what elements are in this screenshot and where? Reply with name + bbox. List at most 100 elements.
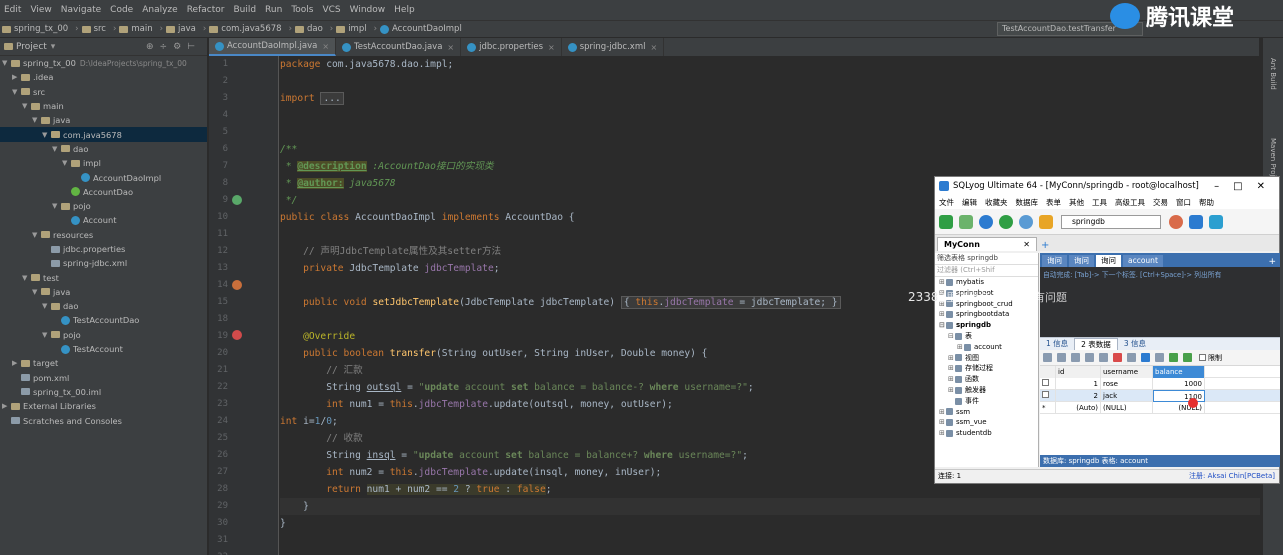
row-selector[interactable]	[1040, 377, 1056, 390]
row-selector[interactable]	[1040, 389, 1056, 402]
chevron-right-icon[interactable]: ▶	[12, 359, 21, 367]
tree-item[interactable]: ▼ pojo	[0, 199, 207, 213]
code-line[interactable]	[280, 549, 1260, 555]
code-line[interactable]	[280, 532, 1260, 549]
tree-item[interactable]: ▼ java	[0, 113, 207, 127]
form-view-icon[interactable]	[1155, 353, 1164, 362]
column-header-balance[interactable]: balance	[1153, 365, 1205, 378]
menu-item-help[interactable]: Help	[394, 5, 415, 15]
code-line[interactable]: package com.java5678.dao.impl;	[280, 56, 1260, 73]
menu-item-window[interactable]: Window	[350, 5, 386, 15]
breadcrumb-item[interactable]: main	[119, 24, 153, 34]
user-manager-icon[interactable]	[1169, 214, 1183, 229]
breadcrumb-item[interactable]: dao	[294, 24, 323, 34]
sqlyog-menu-item[interactable]: 交易	[1153, 197, 1168, 208]
cell-id[interactable]: 1	[1056, 377, 1101, 390]
tree-item[interactable]: ▼ resources	[0, 228, 207, 242]
chevron-down-icon[interactable]: ▼	[22, 274, 31, 282]
query-tab[interactable]: account	[1123, 255, 1163, 267]
restore-icon[interactable]	[1209, 214, 1223, 229]
expand-icon[interactable]: ⊞	[939, 309, 946, 320]
tree-item[interactable]: ▼ main	[0, 99, 207, 113]
sqlyog-menu-item[interactable]: 表单	[1046, 197, 1061, 208]
chevron-down-icon[interactable]: ▼	[62, 159, 71, 167]
code-line[interactable]: }	[280, 515, 1260, 532]
editor-tab[interactable]: spring-jdbc.xml ×	[562, 38, 665, 56]
database-tree-item[interactable]: ⊞ 存储过程	[935, 363, 1038, 374]
query-editor[interactable]: 自动完成: [Tab]-> 下一个标签. [Ctrl+Space]-> 列出所有	[1040, 267, 1280, 337]
reload-icon[interactable]	[1183, 353, 1192, 362]
sqlyog-menu-item[interactable]: 文件	[939, 197, 954, 208]
row-checkbox[interactable]	[1042, 390, 1049, 398]
chevron-down-icon[interactable]: ▾	[51, 42, 56, 52]
cell-id[interactable]: (Auto)	[1056, 401, 1101, 414]
expand-icon[interactable]: ⊞	[939, 277, 946, 288]
sqlyog-menu-item[interactable]: 帮助	[1199, 197, 1214, 208]
chevron-down-icon[interactable]: ▼	[52, 202, 61, 210]
save-icon[interactable]	[1099, 353, 1108, 362]
sqlyog-menu-item[interactable]: 编辑	[962, 197, 977, 208]
chevron-down-icon[interactable]: ▼	[32, 288, 41, 296]
row-selector[interactable]: *	[1040, 401, 1056, 414]
limit-checkbox[interactable]	[1199, 354, 1206, 361]
menu-item-refactor[interactable]: Refactor	[187, 5, 225, 15]
sqlyog-menu-item[interactable]: 窗口	[1176, 197, 1191, 208]
database-tree-item[interactable]: ⊟ 表	[935, 331, 1038, 342]
tree-item[interactable]: TestAccount	[0, 342, 207, 356]
registration-link[interactable]: 注册: Aksai Chin[PCBeta]	[1189, 470, 1275, 483]
refresh-icon[interactable]	[1127, 353, 1136, 362]
ant-build-tab[interactable]: Ant Build	[1269, 58, 1277, 90]
menu-item-view[interactable]: View	[30, 5, 51, 15]
chevron-down-icon[interactable]: ▼	[42, 302, 51, 310]
database-tree-item[interactable]: ⊞ 视图	[935, 353, 1038, 364]
close-icon[interactable]: ×	[548, 43, 555, 52]
override-marker-icon[interactable]	[232, 280, 242, 290]
execute-all-icon[interactable]	[999, 214, 1013, 229]
tree-item[interactable]: Scratches and Consoles	[0, 413, 207, 427]
column-header-username[interactable]: username	[1101, 365, 1153, 378]
menu-item-tools[interactable]: Tools	[291, 5, 313, 15]
connect-icon[interactable]	[939, 214, 953, 229]
chevron-down-icon[interactable]: ▼	[42, 331, 51, 339]
code-line[interactable]: * @description :AccountDao接口的实现类	[280, 158, 1260, 175]
database-tree-item[interactable]: ⊞ ssm	[935, 407, 1038, 418]
code-line[interactable]	[280, 73, 1260, 90]
cell-username[interactable]: rose	[1101, 377, 1153, 390]
tree-item[interactable]: ▶ target	[0, 356, 207, 370]
result-tab[interactable]: 1 信息	[1040, 338, 1074, 350]
menu-item-edit[interactable]: Edit	[4, 5, 21, 15]
chevron-down-icon[interactable]: ▼	[32, 116, 41, 124]
stop-icon[interactable]	[1019, 214, 1033, 229]
tree-item[interactable]: spring-jdbc.xml	[0, 256, 207, 270]
editor-tab[interactable]: AccountDaoImpl.java ×	[209, 38, 337, 56]
menu-item-analyze[interactable]: Analyze	[142, 5, 177, 15]
expand-icon[interactable]: ⊞	[948, 363, 955, 374]
schema-icon[interactable]	[1039, 214, 1053, 229]
sqlyog-menu-item[interactable]: 高级工具	[1115, 197, 1145, 208]
tree-item[interactable]: jdbc.properties	[0, 242, 207, 256]
implements-marker-icon[interactable]	[232, 195, 242, 205]
result-tab[interactable]: 3 信息	[1118, 338, 1152, 350]
code-line[interactable]	[280, 124, 1260, 141]
copy-icon[interactable]	[1085, 353, 1094, 362]
tree-item[interactable]: ▶ .idea	[0, 70, 207, 84]
database-tree-item[interactable]: 事件	[935, 396, 1038, 407]
tree-item[interactable]: Account	[0, 213, 207, 227]
expand-icon[interactable]: ⊞	[957, 342, 964, 353]
tree-item[interactable]: ▼ pojo	[0, 328, 207, 342]
tree-item[interactable]: TestAccountDao	[0, 313, 207, 327]
code-line[interactable]	[280, 107, 1260, 124]
new-connection-icon[interactable]	[959, 214, 973, 229]
project-panel-title[interactable]: Project	[16, 42, 47, 52]
export-icon[interactable]	[1057, 353, 1066, 362]
sqlyog-menu-item[interactable]: 收藏夹	[985, 197, 1008, 208]
collapse-icon[interactable]: ⊟	[939, 320, 946, 331]
cell-balance[interactable]: 1000	[1153, 377, 1205, 390]
result-tab[interactable]: 2 表数据	[1074, 338, 1118, 350]
database-selector[interactable]: springdb	[1061, 214, 1161, 229]
database-tree-item[interactable]: ⊟ springdb	[935, 320, 1038, 331]
expand-icon[interactable]: ⊞	[948, 385, 955, 396]
sqlyog-menu-item[interactable]: 工具	[1092, 197, 1107, 208]
cell-id[interactable]: 2	[1056, 389, 1101, 402]
tree-item[interactable]: AccountDao	[0, 185, 207, 199]
